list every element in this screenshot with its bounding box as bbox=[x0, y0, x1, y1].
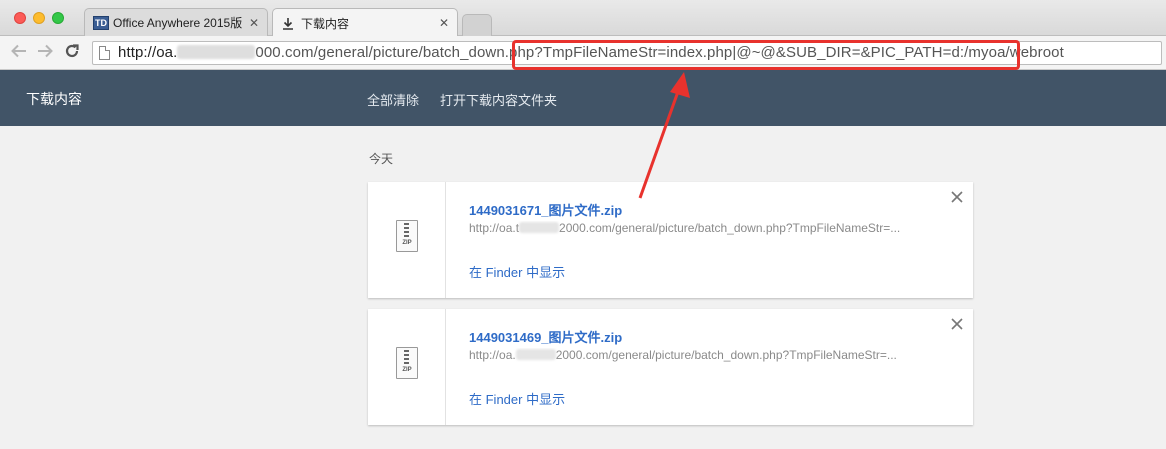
tab-label: Office Anywhere 2015版 网 bbox=[113, 16, 243, 30]
download-filename-link[interactable]: 1449031469_图片文件.zip bbox=[469, 327, 622, 346]
show-in-finder-link[interactable]: 在 Finder 中显示 bbox=[469, 262, 565, 281]
download-item: ZIP 1449031469_图片文件.zip http://oa. 2000.c… bbox=[368, 309, 973, 425]
url-prefix: http://oa. bbox=[469, 348, 516, 362]
download-source-url: http://oa.t 2000.com/general/picture/batc… bbox=[469, 221, 939, 235]
zip-icon-label: ZIP bbox=[402, 367, 412, 373]
clear-all-button[interactable]: 全部清除 bbox=[367, 90, 419, 109]
url-prefix: http://oa.t bbox=[469, 221, 520, 235]
page-title: 下载内容 bbox=[26, 91, 82, 107]
close-window-button[interactable] bbox=[14, 12, 26, 24]
open-downloads-folder-button[interactable]: 打开下载内容文件夹 bbox=[440, 90, 557, 109]
zip-file-icon: ZIP bbox=[396, 347, 418, 379]
page-icon bbox=[99, 46, 110, 60]
downloads-header: 下载内容 全部清除 打开下载内容文件夹 bbox=[0, 70, 1166, 126]
tab-label: 下载内容 bbox=[301, 16, 350, 31]
tab-office-anywhere[interactable]: TD Office Anywhere 2015版 网 ✕ bbox=[84, 8, 268, 36]
file-icon-column: ZIP bbox=[368, 309, 446, 425]
tab-close-icon[interactable]: ✕ bbox=[439, 16, 449, 30]
download-icon bbox=[281, 16, 295, 30]
office-anywhere-favicon-icon: TD bbox=[93, 15, 109, 30]
download-item: ZIP 1449031671_图片文件.zip http://oa.t 2000.… bbox=[368, 182, 973, 298]
show-in-finder-link[interactable]: 在 Finder 中显示 bbox=[469, 389, 565, 408]
zip-file-icon: ZIP bbox=[396, 220, 418, 252]
forward-arrow-icon[interactable] bbox=[36, 43, 54, 64]
remove-item-close-icon[interactable] bbox=[951, 315, 963, 333]
url-host-prefix: http://oa. bbox=[118, 44, 178, 61]
redacted-host bbox=[177, 45, 256, 59]
file-icon-column: ZIP bbox=[368, 182, 446, 298]
browser-titlebar: TD Office Anywhere 2015版 网 ✕ 下载内容 ✕ bbox=[0, 0, 1166, 37]
url-path: 000.com/general/picture/batch_down.php? bbox=[255, 44, 543, 61]
back-arrow-icon[interactable] bbox=[10, 43, 28, 64]
download-source-url: http://oa. 2000.com/general/picture/batch… bbox=[469, 348, 939, 362]
new-tab-button[interactable] bbox=[462, 14, 492, 36]
annotation-highlight-box bbox=[512, 40, 1020, 70]
redacted-host bbox=[519, 222, 560, 233]
url-suffix: 2000.com/general/picture/batch_down.php?… bbox=[559, 221, 901, 235]
minimize-window-button[interactable] bbox=[33, 12, 45, 24]
redacted-host bbox=[515, 349, 556, 360]
reload-icon[interactable] bbox=[64, 43, 80, 64]
zoom-window-button[interactable] bbox=[52, 12, 64, 24]
zip-icon-label: ZIP bbox=[402, 240, 412, 246]
tab-close-icon[interactable]: ✕ bbox=[249, 16, 259, 30]
remove-item-close-icon[interactable] bbox=[951, 188, 963, 206]
tab-downloads[interactable]: 下载内容 ✕ bbox=[272, 8, 458, 37]
url-suffix: 2000.com/general/picture/batch_down.php?… bbox=[555, 348, 897, 362]
download-filename-link[interactable]: 1449031671_图片文件.zip bbox=[469, 200, 622, 219]
section-label-today: 今天 bbox=[369, 152, 394, 166]
